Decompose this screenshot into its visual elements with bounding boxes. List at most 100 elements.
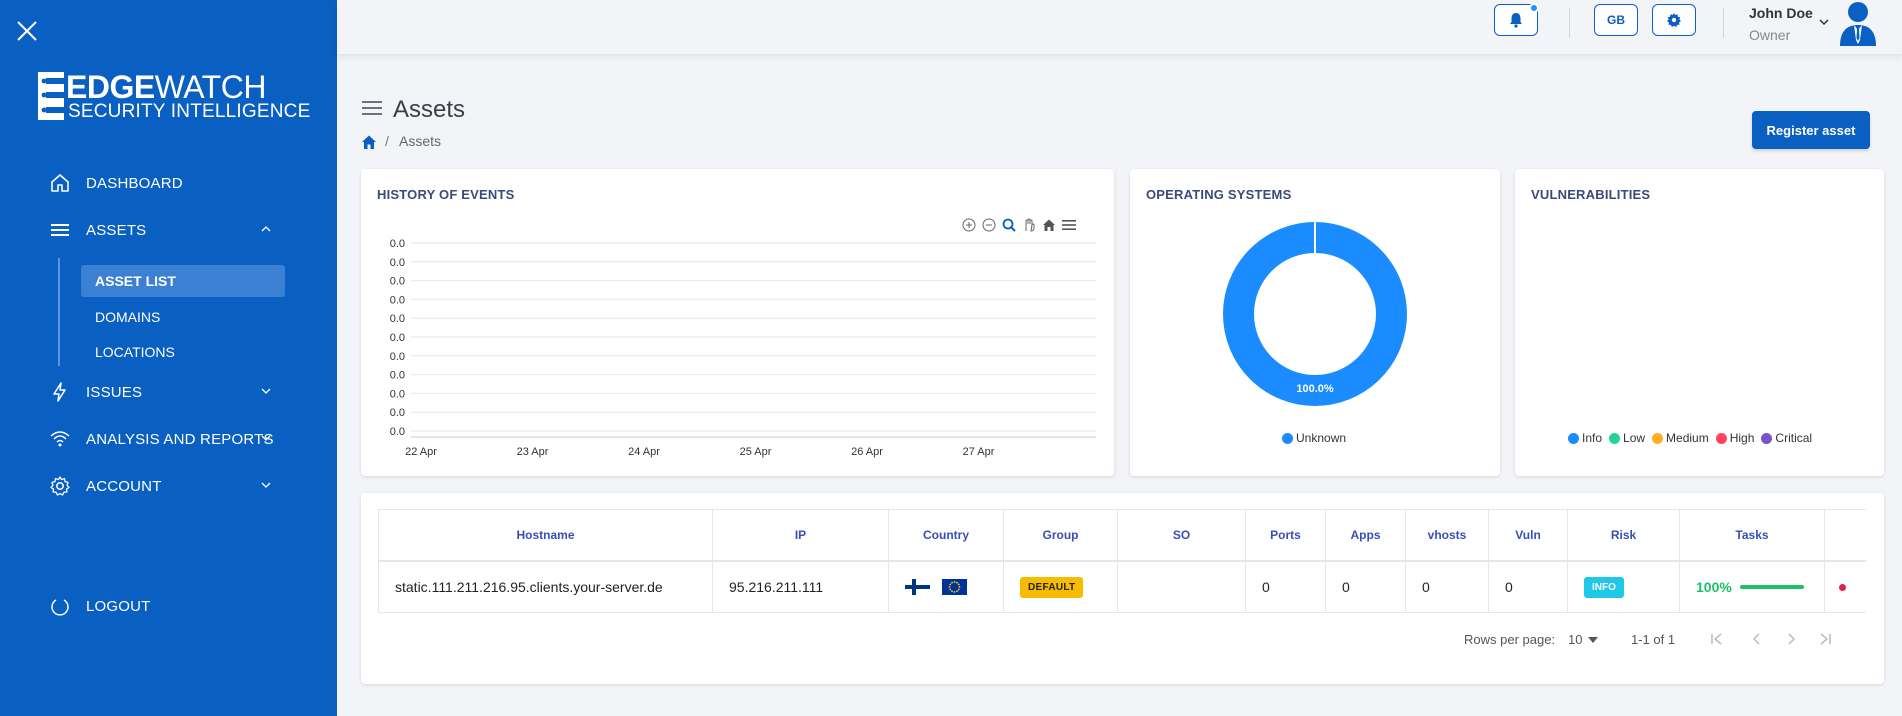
group-cell: DEFAULT	[1004, 562, 1118, 612]
column-header[interactable]: Hostname	[378, 510, 713, 560]
legend-item[interactable]: Critical	[1761, 431, 1812, 445]
vuln-legend: Info Low Medium High Critical	[1568, 431, 1819, 445]
rows-per-page-select[interactable]: 10	[1568, 632, 1599, 647]
vuln-title: VULNERABILITIES	[1531, 187, 1651, 202]
y-tick-label: 0.0	[390, 370, 405, 382]
sidebar-item-assets[interactable]: ASSETS	[48, 215, 288, 245]
legend-item[interactable]: Info	[1568, 431, 1602, 445]
history-line-chart: 0.00.00.00.00.00.00.00.00.00.00.022 Apr 2…	[390, 238, 1096, 458]
assets-table-card: Hostname IP Country Group SO Ports Apps …	[361, 493, 1884, 684]
list-icon	[362, 101, 382, 115]
column-header[interactable]: IP	[713, 510, 889, 560]
legend-label: Unknown	[1296, 431, 1347, 445]
gear-icon	[1667, 13, 1681, 27]
legend-item[interactable]: Low	[1609, 431, 1645, 445]
sidebar-subitem-label: DOMAINS	[95, 309, 161, 325]
x-tick-label: 27 Apr	[963, 446, 995, 458]
assets-table: Hostname IP Country Group SO Ports Apps …	[378, 509, 1866, 613]
chevron-up-icon	[261, 226, 271, 232]
y-tick-label: 0.0	[390, 332, 405, 344]
sidebar-item-analysis-reports[interactable]: ANALYSIS AND REPORTS	[48, 424, 288, 454]
chevron-down-icon[interactable]	[1818, 16, 1830, 28]
hostname-cell[interactable]: static.111.211.216.95.clients.your-serve…	[378, 562, 713, 612]
column-header[interactable]: Vuln	[1489, 510, 1568, 560]
breadcrumb-home-icon[interactable]	[361, 134, 377, 150]
status-cell	[1825, 562, 1866, 612]
topbar-divider	[1569, 8, 1570, 38]
column-header[interactable]: Apps	[1326, 510, 1406, 560]
country-cell	[889, 562, 1004, 612]
table-row[interactable]: static.111.211.216.95.clients.your-serve…	[378, 562, 1866, 612]
column-header[interactable]: vhosts	[1406, 510, 1489, 560]
column-header[interactable]: Tasks	[1680, 510, 1825, 560]
logo-text-bold: EDGE	[66, 69, 155, 105]
y-tick-label: 0.0	[390, 294, 405, 306]
legend-item[interactable]: Medium	[1652, 431, 1709, 445]
legend-item[interactable]: High	[1715, 431, 1754, 445]
notifications-button[interactable]	[1494, 3, 1539, 36]
register-asset-button[interactable]: Register asset	[1752, 111, 1870, 149]
pie-slice-unknown[interactable]	[1223, 222, 1407, 406]
column-header[interactable]: Group	[1004, 510, 1118, 560]
gear-icon	[48, 474, 72, 498]
column-header[interactable]: SO	[1118, 510, 1246, 560]
ip-cell: 95.216.211.111	[713, 562, 889, 612]
x-tick-label: 26 Apr	[851, 446, 883, 458]
previous-page-icon[interactable]	[1749, 631, 1765, 647]
y-tick-label: 0.0	[390, 351, 405, 363]
logout-button[interactable]: LOGOUT	[48, 591, 288, 621]
finland-flag-icon	[905, 579, 930, 595]
language-button[interactable]: GB	[1594, 4, 1638, 36]
sidebar-item-label: ASSETS	[86, 221, 147, 239]
y-tick-label: 0.0	[390, 313, 405, 325]
close-icon[interactable]	[14, 18, 40, 44]
sidebar-item-label: ACCOUNT	[86, 477, 162, 495]
list-icon	[48, 218, 72, 242]
avatar[interactable]	[1838, 0, 1878, 46]
sidebar-item-label: ISSUES	[86, 383, 143, 401]
sidebar-item-dashboard[interactable]: DASHBOARD	[48, 168, 288, 198]
legend-dot	[1761, 432, 1773, 444]
tasks-cell: 100%	[1680, 562, 1825, 612]
sidebar-subitem-label: ASSET LIST	[95, 273, 176, 289]
x-tick-label: 24 Apr	[628, 446, 660, 458]
vhosts-cell: 0	[1406, 562, 1489, 612]
column-header[interactable]: Country	[889, 510, 1004, 560]
user-role: Owner	[1749, 27, 1791, 43]
ports-cell: 0	[1246, 562, 1326, 612]
risk-badge: INFO	[1584, 576, 1624, 598]
power-icon	[48, 594, 72, 618]
logout-label: LOGOUT	[86, 597, 151, 615]
tasks-progress-fill	[1739, 585, 1804, 589]
sidebar-subitem-asset-list[interactable]: ASSET LIST	[81, 265, 285, 297]
os-legend: Unknown	[1282, 431, 1353, 445]
last-page-icon[interactable]	[1817, 631, 1833, 647]
column-header-extra	[1825, 510, 1866, 560]
column-header[interactable]: Risk	[1568, 510, 1680, 560]
settings-button[interactable]	[1652, 4, 1696, 36]
chevron-down-icon	[261, 388, 271, 394]
history-of-events-card: HISTORY OF EVENTS 0.0 0.0 0.0 0.0 0.0 0.0 0.0 0…	[361, 169, 1114, 476]
sidebar-item-issues[interactable]: ISSUES	[48, 377, 288, 407]
legend-dot	[1282, 432, 1293, 444]
sidebar-subitem-locations[interactable]: LOCATIONS	[81, 336, 285, 368]
legend-label: Critical	[1775, 431, 1813, 445]
os-donut-chart: 100.0%	[1223, 222, 1407, 406]
chevron-down-icon	[261, 482, 271, 488]
sidebar-item-label: ANALYSIS AND REPORTS	[86, 430, 274, 448]
column-header[interactable]: Ports	[1246, 510, 1326, 560]
sidebar-item-account[interactable]: ACCOUNT	[48, 471, 288, 501]
legend-dot	[1652, 432, 1664, 444]
submenu-rail	[58, 258, 60, 366]
y-tick-label: 0.0	[390, 388, 405, 400]
next-page-icon[interactable]	[1783, 631, 1799, 647]
user-name: John Doe	[1749, 5, 1813, 21]
edgewatch-logo[interactable]: EDGEWATCH SECURITY INTELLIGENCE	[36, 69, 310, 124]
apps-cell: 0	[1326, 562, 1406, 612]
sidebar-subitem-domains[interactable]: DOMAINS	[81, 301, 285, 333]
first-page-icon[interactable]	[1709, 631, 1725, 647]
legend-item[interactable]: Unknown	[1282, 431, 1346, 445]
legend-dot	[1715, 432, 1727, 444]
table-header-row: Hostname IP Country Group SO Ports Apps …	[378, 510, 1866, 562]
tasks-progress-bar	[1739, 585, 1804, 589]
